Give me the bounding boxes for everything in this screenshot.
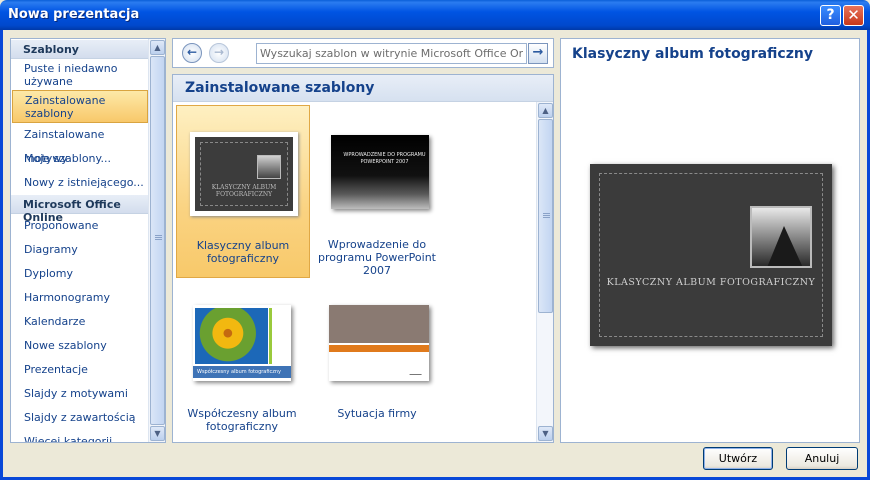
section-header-templates: Szablony: [11, 40, 149, 59]
sunflower-image: [195, 308, 268, 364]
scroll-thumb[interactable]: [150, 56, 165, 425]
template-tile[interactable]: KLASYCZNY ALBUM FOTOGRAFICZNY Klasyczny …: [176, 105, 310, 278]
sidebar-item-new-templates[interactable]: Nowe szablony: [11, 334, 149, 358]
search-go-button[interactable]: →: [528, 43, 548, 64]
sidebar-item-installed-templates[interactable]: Zainstalowane szablony: [12, 90, 148, 123]
preview-slide: KLASYCZNY ALBUM FOTOGRAFICZNY: [590, 164, 832, 346]
sidebar-item-calendars[interactable]: Kalendarze: [11, 310, 149, 334]
thumbnail-caption: KLASYCZNY ALBUM FOTOGRAFICZNY: [211, 184, 277, 198]
search-input[interactable]: [256, 43, 527, 64]
sidebar-item-presentations[interactable]: Prezentacje: [11, 358, 149, 382]
title-bar[interactable]: Nowa prezentacja ? ✕: [0, 0, 870, 30]
preview-photo: [750, 206, 812, 268]
template-label: Sytuacja firmy: [337, 407, 417, 420]
sidebar-item-theme-slides[interactable]: Slajdy z motywami: [11, 382, 149, 406]
category-panel: Szablony Puste i niedawno używane Zainst…: [10, 38, 166, 443]
template-tile[interactable]: Sytuacja firmy: [311, 282, 445, 442]
sidebar-item-featured[interactable]: Proponowane: [11, 214, 149, 238]
sidebar-item-diagrams[interactable]: Diagramy: [11, 238, 149, 262]
template-tile[interactable]: WPROWADZENIE DO PROGRAMU POWERPOINT 2007…: [311, 105, 445, 278]
thumbnail-caption: Współczesny album fotograficzny: [193, 366, 291, 378]
preview-caption: KLASYCZNY ALBUM FOTOGRAFICZNY: [606, 277, 816, 288]
create-button[interactable]: Utwórz: [703, 447, 773, 470]
template-label: Klasyczny album fotograficzny: [196, 239, 290, 265]
category-scrollbar[interactable]: ▲ ▼: [148, 39, 165, 442]
close-icon: ✕: [847, 6, 860, 24]
sidebar-item-installed-themes[interactable]: Zainstalowane motywy: [11, 123, 149, 165]
template-thumbnail: KLASYCZNY ALBUM FOTOGRAFICZNY: [190, 132, 298, 216]
go-arrow-icon: →: [532, 45, 544, 60]
scroll-thumb[interactable]: [538, 119, 553, 313]
window-title: Nowa prezentacja: [8, 7, 140, 22]
scroll-up-arrow-icon[interactable]: ▲: [150, 40, 165, 55]
sidebar-item-new-from-existing[interactable]: Nowy z istniejącego...: [11, 171, 149, 195]
close-button[interactable]: ✕: [843, 5, 864, 26]
scroll-down-arrow-icon[interactable]: ▼: [150, 426, 165, 441]
section-header-office-online: Microsoft Office Online: [11, 195, 149, 224]
gallery-scrollbar[interactable]: ▲ ▼: [536, 102, 553, 442]
help-button[interactable]: ?: [820, 5, 841, 26]
gallery-header: Zainstalowane szablony: [173, 75, 553, 102]
thumbnail-caption: WPROWADZENIE DO PROGRAMU POWERPOINT 2007: [343, 152, 426, 165]
navigation-bar: ← → →: [172, 38, 554, 68]
template-label: Wprowadzenie do programu PowerPoint 2007: [318, 238, 436, 277]
cancel-button[interactable]: Anuluj: [786, 447, 858, 470]
template-gallery: Zainstalowane szablony KLASYCZNY ALBUM F…: [172, 74, 554, 443]
template-thumbnail: WPROWADZENIE DO PROGRAMU POWERPOINT 2007: [331, 135, 429, 209]
preview-title: Klasyczny album fotograficzny: [572, 46, 813, 62]
sidebar-item-blank-recent[interactable]: Puste i niedawno używane: [11, 59, 149, 90]
category-list: Szablony Puste i niedawno używane Zainst…: [11, 39, 149, 442]
sidebar-item-content-slides[interactable]: Slajdy z zawartością: [11, 406, 149, 430]
help-icon: ?: [826, 7, 835, 23]
template-thumbnail: Współczesny album fotograficzny: [193, 305, 291, 381]
sidebar-item-schedules[interactable]: Harmonogramy: [11, 286, 149, 310]
back-arrow-icon: ←: [186, 45, 198, 59]
forward-button[interactable]: →: [209, 43, 229, 63]
template-thumbnail: [329, 305, 429, 381]
template-grid: KLASYCZNY ALBUM FOTOGRAFICZNY Klasyczny …: [173, 102, 536, 442]
scroll-up-arrow-icon[interactable]: ▲: [538, 103, 553, 118]
forward-arrow-icon: →: [213, 45, 225, 59]
preview-panel: Klasyczny album fotograficzny KLASYCZNY …: [560, 38, 860, 443]
template-tile[interactable]: Współczesny album fotograficzny Współcze…: [176, 282, 310, 442]
sidebar-item-my-templates[interactable]: Moje szablony...: [11, 147, 149, 171]
template-label: Współczesny album fotograficzny: [187, 407, 297, 433]
scroll-down-arrow-icon[interactable]: ▼: [538, 426, 553, 441]
sidebar-item-more-categories[interactable]: Więcej kategorii: [11, 430, 149, 442]
sidebar-item-diplomas[interactable]: Dyplomy: [11, 262, 149, 286]
back-button[interactable]: ←: [182, 43, 202, 63]
